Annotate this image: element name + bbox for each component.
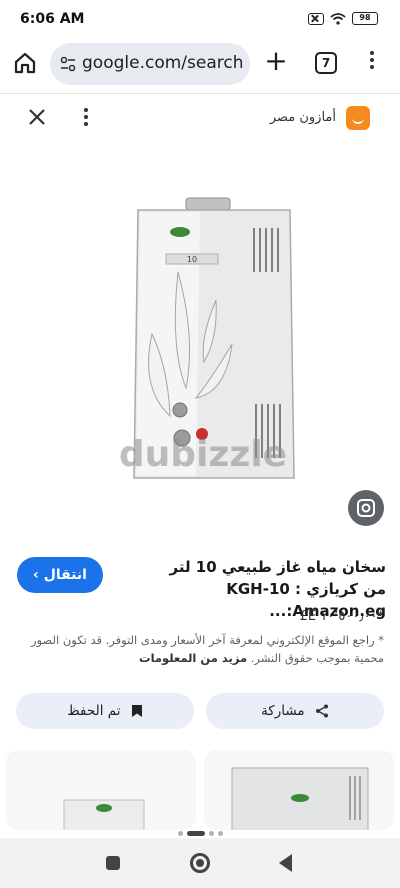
visit-label: انتقال (43, 567, 87, 583)
watermark-text: dubizzle (119, 434, 287, 475)
tune-icon[interactable] (60, 56, 76, 72)
related-image (63, 799, 145, 830)
more-info-link[interactable]: مزيد من المعلومات (139, 651, 247, 665)
saved-label: تم الحفظ (67, 703, 121, 719)
saved-button[interactable]: تم الحفظ (16, 693, 194, 729)
home-nav-icon[interactable] (190, 853, 210, 873)
back-icon[interactable] (279, 854, 292, 872)
share-button[interactable]: مشاركة (206, 693, 384, 729)
status-bar: 6:06 AM 98 (0, 0, 400, 40)
chevron-right-icon: › (33, 567, 39, 583)
result-options-icon[interactable] (82, 108, 90, 130)
water-heater-illustration: 10 dubizzle (119, 197, 295, 479)
related-result-card[interactable] (204, 750, 394, 830)
system-nav-bar (0, 838, 400, 888)
product-image[interactable]: 10 dubizzle (0, 148, 400, 538)
browser-toolbar: google.com/search + 7 (0, 40, 400, 88)
home-icon[interactable] (12, 50, 38, 76)
battery-icon: 98 (352, 12, 378, 25)
wifi-icon (330, 12, 346, 25)
tab-switcher-button[interactable]: 7 (315, 52, 337, 74)
more-vert-icon[interactable] (367, 51, 377, 73)
unit-label: 10 (187, 255, 197, 264)
notification-icon (308, 12, 324, 25)
disclaimer: * راجع الموقع الإلكتروني لمعرفة آخر الأس… (14, 631, 384, 667)
page-indicator (0, 823, 400, 836)
price-text: *‏١٠٬٥٠٠٫٠٠ E£ (299, 609, 384, 624)
address-bar[interactable]: google.com/search (50, 43, 250, 85)
lens-icon (357, 499, 375, 517)
share-label: مشاركة (261, 703, 305, 719)
status-time: 6:06 AM (20, 11, 85, 27)
close-icon[interactable] (26, 106, 48, 128)
visit-button[interactable]: انتقال › (17, 557, 103, 593)
bookmark-icon (131, 705, 142, 717)
related-result-card[interactable] (6, 750, 196, 830)
share-icon (315, 704, 328, 718)
viewer-header: أمازون مصر (0, 98, 400, 140)
related-image (231, 767, 369, 830)
lens-search-button[interactable] (348, 490, 384, 526)
source-name[interactable]: أمازون مصر (270, 110, 336, 125)
recents-icon[interactable] (106, 856, 120, 870)
new-tab-button[interactable]: + (263, 47, 289, 75)
status-icons: 98 (308, 12, 378, 25)
amazon-logo-icon[interactable] (346, 106, 370, 130)
url-text[interactable]: google.com/search (82, 53, 244, 75)
divider (0, 93, 400, 94)
